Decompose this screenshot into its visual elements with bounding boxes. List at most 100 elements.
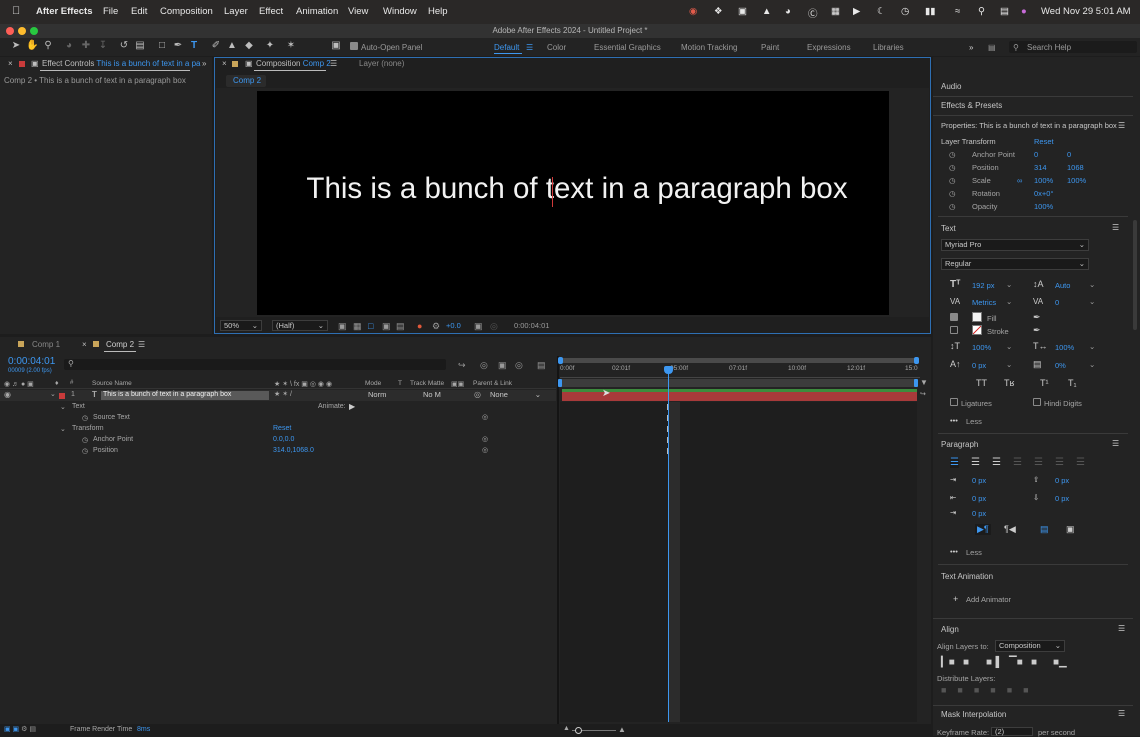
playhead-handle[interactable] [664,366,673,374]
menu-help[interactable]: Help [428,6,448,17]
ligatures-checkbox[interactable] [950,398,958,406]
orbit-tool-icon[interactable]: ◕ [63,40,75,52]
position-stopwatch-icon[interactable]: ◷ [949,163,956,172]
justify-center-icon[interactable]: ☰ [1034,457,1043,468]
workspace-default[interactable]: Default [494,43,519,52]
anchor-point-value[interactable]: 0.0,0.0 [273,436,294,443]
layer-mode-dropdown[interactable]: Norm [365,390,391,400]
source-text-stopwatch-icon[interactable]: ◷ [82,414,88,422]
right-panel-scrollbar[interactable] [1133,220,1137,330]
exposure-value[interactable]: +0.0 [446,321,461,331]
layer-tab[interactable]: Layer (none) [359,57,404,71]
text-section-menu-icon[interactable]: ☰ [1112,223,1119,232]
work-area-end-handle[interactable] [914,357,919,364]
screen-record-icon[interactable]: ▣ [738,6,747,17]
auto-open-checkbox[interactable] [350,42,358,50]
comp-range-start[interactable] [558,379,562,387]
prop-position-y[interactable]: 1068 [1067,163,1084,172]
snapshot-icon[interactable]: ▣ [474,321,483,331]
control-center-icon[interactable]: ▤ [1000,6,1009,17]
timeline-timecode[interactable]: 0:00:04:01 [8,356,55,367]
wifi-icon[interactable]: ≈ [955,6,960,17]
comp-range-bar[interactable] [560,379,917,387]
indent-left-value[interactable]: 0 px [972,476,986,485]
siri-icon[interactable]: ● [1021,6,1027,17]
position-stopwatch-icon[interactable]: ◷ [82,447,88,455]
workspace-expressions[interactable]: Expressions [807,43,851,52]
tracking-value[interactable]: 0 [1055,298,1059,307]
prop-anchor-x[interactable]: 0 [1034,150,1038,159]
chevron-down-icon[interactable]: ⌄ [1089,297,1095,306]
norton-icon[interactable]: ◕ [785,6,791,17]
chevron-down-icon[interactable]: ⌄ [1006,280,1012,289]
panel-layout-icon[interactable]: ▤ [988,43,996,52]
close-timeline-tab-icon[interactable]: × [82,338,87,352]
workspace-overflow-icon[interactable]: » [969,43,973,52]
paragraph-box-icon[interactable]: ▤ [1040,524,1049,535]
layer-label-color-icon[interactable] [59,393,65,399]
mode-column[interactable]: Mode [365,380,381,387]
zoom-dropdown[interactable]: 50% ⌄ [220,320,262,331]
stroke-checkbox[interactable] [950,326,958,334]
font-family-dropdown[interactable]: Myriad Pro ⌄ [941,239,1089,251]
fill-color-swatch[interactable] [972,312,982,322]
properties-menu-icon[interactable]: ☰ [1118,121,1125,130]
camera-tool-icon[interactable]: ▤ [134,40,146,52]
align-h-centers-icon[interactable]: ■ [963,657,969,668]
layer-matte-dropdown[interactable]: No M [420,390,446,400]
show-snapshot-icon[interactable]: ◎ [490,321,498,331]
moon-icon[interactable]: ☾ [877,6,886,17]
play-icon[interactable]: ▶ [853,6,860,17]
more-dots-icon[interactable]: ••• [950,416,958,425]
canvas-text-layer[interactable]: This is a bunch of text in a paragraph b… [257,172,897,206]
color-channel-icon[interactable]: ● [417,321,422,331]
align-right-icon[interactable]: ☰ [992,457,1001,468]
more-dots-icon[interactable]: ••• [950,547,958,556]
menu-edit[interactable]: Edit [131,6,147,17]
menu-effect[interactable]: Effect [259,6,283,17]
mask-visibility-icon[interactable]: □ [368,321,373,331]
rotation-stopwatch-icon[interactable]: ◷ [949,189,956,198]
grammarly-icon[interactable]: Ⓒ [808,6,818,20]
grid-icon[interactable]: ▤ [396,321,405,331]
menubar-clock[interactable]: Wed Nov 29 5:01 AM [1041,6,1131,17]
dolly-tool-icon[interactable]: ↧ [97,40,109,52]
chevron-down-icon[interactable]: ⌄ [1089,342,1095,351]
render-toggle-icons[interactable]: ▣ ▣ ⚙ ▤ [4,725,36,733]
cast-icon[interactable]: ▦ [831,6,840,17]
menu-animation[interactable]: Animation [296,6,338,17]
align-center-icon[interactable]: ☰ [971,457,980,468]
transform-group-toggle-icon[interactable]: ⌄ [60,425,66,433]
rotate-tool-icon[interactable]: ↺ [118,40,130,52]
workspace-essential-graphics[interactable]: Essential Graphics [594,43,661,52]
app-name-menu[interactable]: After Effects [36,6,93,17]
hindi-digits-checkbox[interactable] [1033,398,1041,406]
pen-tool-icon[interactable]: ✒ [172,40,184,52]
layer-visibility-icon[interactable]: ◉ [4,390,11,399]
menu-composition[interactable]: Composition [160,6,213,17]
position-value[interactable]: 314.0,1068.0 [273,447,314,454]
hand-tool-icon[interactable]: ✋ [26,40,38,52]
anchor-stopwatch-icon[interactable]: ◷ [82,436,88,444]
effects-presets-header[interactable]: Effects & Presets [941,101,1002,110]
prop-scale-y[interactable]: 100% [1067,176,1086,185]
pan-tool-icon[interactable]: ✚ [80,40,92,52]
constrain-proportions-icon[interactable]: ∞ [1017,176,1022,185]
small-caps-icon[interactable]: Tʁ [1004,378,1014,388]
space-before-value[interactable]: 0 px [1055,476,1069,485]
fill-eyedropper-icon[interactable]: ✒ [1033,312,1041,323]
composition-tab[interactable]: Composition Comp 2 [256,57,331,71]
battery-icon[interactable]: ▮▮ [925,6,935,17]
timeline-zoom-knob[interactable] [575,727,582,734]
tsume-value[interactable]: 0% [1055,361,1066,370]
type-tool-icon[interactable]: T [188,40,200,52]
text-less-link[interactable]: Less [966,417,982,426]
layer-switches-icons[interactable]: ★ ✶ / [274,390,292,398]
panel-expand-icon[interactable]: » [202,57,206,71]
minimize-window-button[interactable] [18,27,26,35]
zoom-window-button[interactable] [30,27,38,35]
work-area-start-handle[interactable] [558,357,563,364]
rectangle-tool-icon[interactable]: □ [156,40,168,52]
prop-anchor-y[interactable]: 0 [1067,150,1071,159]
prop-opacity-value[interactable]: 100% [1034,202,1053,211]
